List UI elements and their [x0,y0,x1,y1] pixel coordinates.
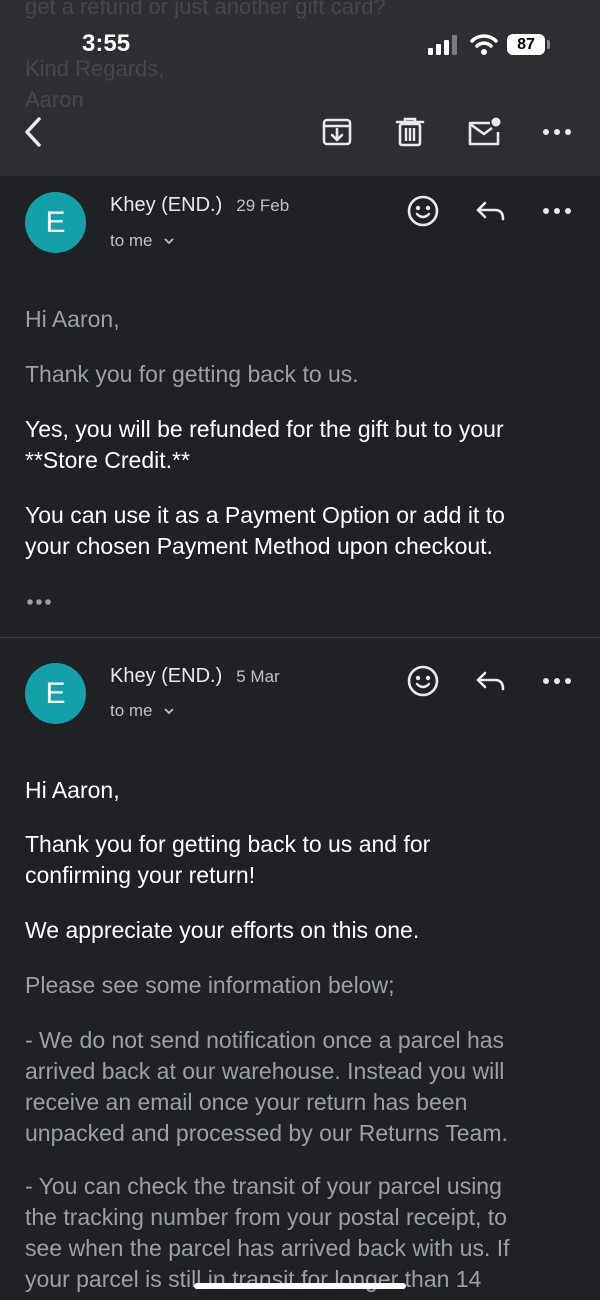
message-paragraph: - You can check the transit of your parc… [25,1173,510,1292]
background-quote-line: Kind Regards, [25,56,165,81]
message-paragraph: Hi Aaron, [25,777,120,803]
sender-avatar[interactable]: E [25,663,86,724]
mark-unread-button[interactable] [466,114,502,150]
chevron-down-icon [164,238,174,245]
sender-name-row[interactable]: Khey (END.) 29 Feb [110,194,289,217]
more-options-button[interactable] [539,114,575,150]
back-button[interactable] [17,114,53,150]
reply-button[interactable] [473,664,507,698]
recipient-label: to me [110,231,153,250]
show-quoted-text-button[interactable] [27,598,53,606]
wifi-icon [470,34,498,55]
background-quote-line: get a refund or just another gift card? [25,0,386,19]
message-paragraph: Thank you for getting back to us and for… [25,831,431,888]
battery-cap [547,40,550,49]
recipient-toggle[interactable]: to me [110,231,175,251]
home-indicator[interactable] [194,1283,406,1289]
message-paragraph: You can use it as a Payment Option or ad… [25,502,505,559]
message-paragraph: We appreciate your efforts on this one. [25,917,420,943]
recipient-label: to me [110,701,153,720]
message-paragraph: Yes, you will be refunded for the gift b… [25,416,504,473]
message-more-button[interactable] [540,194,574,228]
emoji-react-button[interactable] [406,194,440,228]
sender-name-row[interactable]: Khey (END.) 5 Mar [110,665,280,688]
message-divider [0,637,600,638]
cellular-signal-icon [428,35,457,55]
message-paragraph: - We do not send notification once a par… [25,1027,508,1146]
recipient-toggle[interactable]: to me [110,701,175,721]
background-quote-line: Aaron [25,87,84,112]
message-more-button[interactable] [540,664,574,698]
reply-button[interactable] [473,194,507,228]
message-date: 29 Feb [236,196,290,215]
top-bar: get a refund or just another gift card? … [0,0,600,176]
emoji-react-button[interactable] [406,664,440,698]
status-time: 3:55 [82,30,131,57]
message-paragraph: Please see some information below; [25,972,395,998]
delete-button[interactable] [392,114,428,150]
message-paragraph: Thank you for getting back to us. [25,361,359,387]
message-paragraph: Hi Aaron, [25,306,120,332]
sender-name: Khey (END.) [110,194,223,216]
message-date: 5 Mar [236,667,280,686]
archive-button[interactable] [319,114,355,150]
sender-name: Khey (END.) [110,665,223,687]
sender-avatar[interactable]: E [25,192,86,253]
chevron-down-icon [164,708,174,715]
battery-indicator: 87 [507,34,545,55]
